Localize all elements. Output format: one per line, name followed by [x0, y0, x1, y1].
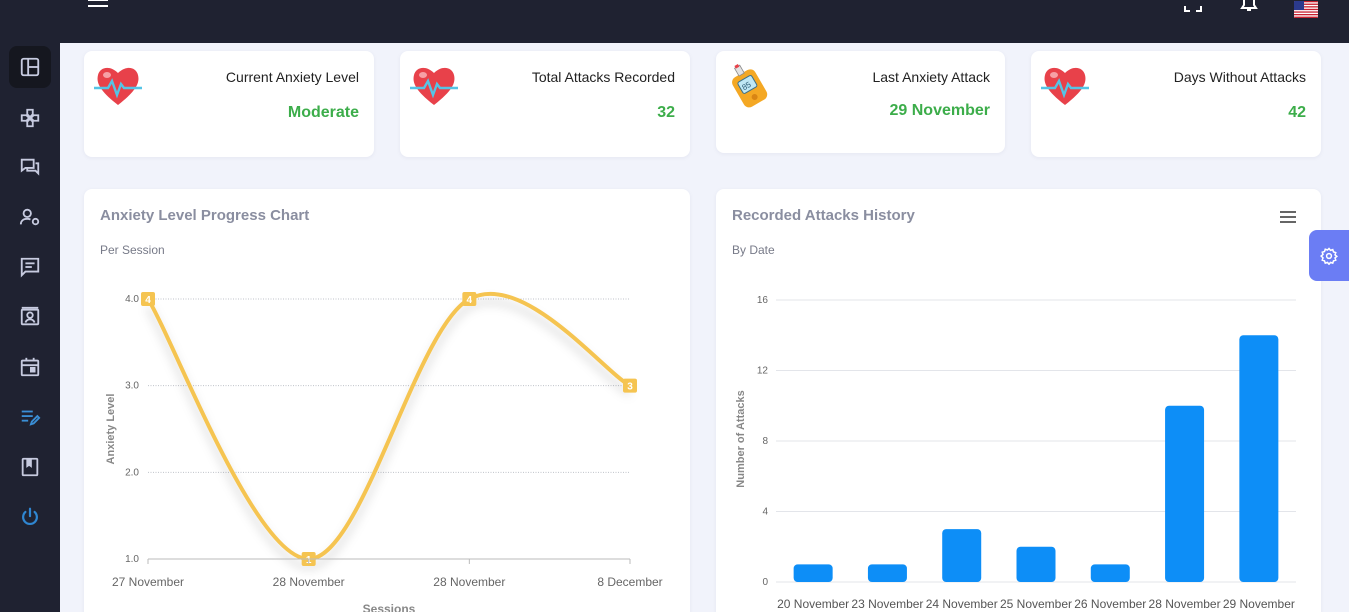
sidebar-item-dashboard[interactable] [9, 46, 51, 88]
data-label: 4 [145, 295, 151, 306]
sidebar-item-contacts[interactable] [9, 296, 51, 338]
x-tick-label: 29 November [1223, 597, 1295, 611]
series-line [146, 291, 632, 562]
bar [942, 529, 982, 582]
stat-label: Last Anxiety Attack [872, 69, 990, 85]
stat-label: Total Attacks Recorded [531, 69, 675, 85]
y-axis-title: Number of Attacks [735, 390, 747, 487]
stat-card-anxiety-level: Current Anxiety Level Moderate [84, 51, 374, 157]
menu-toggle-icon[interactable] [88, 0, 108, 13]
x-tick-label: 28 November [433, 575, 505, 589]
sidebar [0, 0, 60, 612]
edit-list-icon [21, 410, 41, 426]
stat-value: 32 [657, 104, 675, 121]
stat-card-last-attack: 85 Last Anxiety Attack 29 November [716, 51, 1005, 153]
sidebar-item-messages[interactable] [9, 246, 51, 288]
message-icon [20, 257, 40, 278]
stat-label: Current Anxiety Level [225, 69, 359, 85]
bar [1090, 564, 1130, 582]
power-icon [22, 507, 38, 526]
x-tick-label: 20 November [777, 597, 849, 611]
sidebar-item-logout[interactable] [9, 496, 51, 538]
bar [867, 564, 907, 582]
y-tick-label: 3.0 [125, 381, 139, 392]
fullscreen-icon[interactable] [1184, 0, 1202, 12]
stat-value: 29 November [889, 102, 991, 119]
stat-value: 42 [1288, 104, 1306, 121]
chat-bubbles-icon [20, 158, 40, 176]
calendar-icon [20, 357, 40, 377]
y-tick-label: 4.0 [125, 294, 139, 305]
x-tick-label: 27 November [112, 575, 184, 589]
x-tick-label: 24 November [926, 597, 998, 611]
y-tick-label: 12 [757, 366, 769, 377]
heart-pulse-icon [94, 67, 142, 105]
x-tick-label: 8 December [597, 575, 662, 589]
settings-button[interactable] [1309, 230, 1349, 281]
x-tick-label: 28 November [1149, 597, 1221, 611]
y-tick-label: 1.0 [125, 554, 139, 565]
y-tick-label: 8 [762, 436, 768, 447]
gamepad-icon [20, 108, 40, 128]
bell-icon[interactable] [1240, 0, 1258, 12]
y-tick-label: 2.0 [125, 467, 139, 478]
sidebar-item-calendar[interactable] [9, 346, 51, 388]
heart-pulse-icon [1041, 67, 1089, 105]
bar [1016, 546, 1056, 582]
heart-pulse-icon [410, 67, 458, 105]
anxiety-chart-card: Anxiety Level Progress Chart Per Session… [84, 189, 690, 612]
x-tick-label: 25 November [1000, 597, 1072, 611]
data-label: 3 [627, 382, 633, 393]
anxiety-line-chart: 1.02.03.04.0427 November128 November428 … [105, 291, 663, 612]
glucose-meter-icon: 85 [732, 63, 768, 108]
stat-card-total-attacks: Total Attacks Recorded 32 [400, 51, 690, 157]
sidebar-item-journal[interactable] [9, 446, 51, 488]
top-bar [60, 0, 1349, 43]
bar [1239, 335, 1279, 582]
book-icon [21, 457, 39, 477]
gear-icon [1320, 246, 1338, 265]
y-axis-title: Anxiety Level [105, 394, 117, 465]
sidebar-item-games[interactable] [9, 97, 51, 139]
dashboard-icon [20, 57, 40, 77]
sidebar-item-user-settings[interactable] [9, 196, 51, 238]
x-tick-label: 23 November [851, 597, 923, 611]
contact-card-icon [20, 306, 40, 326]
stat-label: Days Without Attacks [1173, 69, 1306, 85]
attacks-chart-card: Recorded Attacks History By Date 0 4 8 12 16… [716, 189, 1321, 612]
y-tick-label: 4 [762, 507, 768, 518]
stat-card-days-without: Days Without Attacks 42 [1031, 51, 1321, 157]
x-tick-label: 28 November [273, 575, 345, 589]
sidebar-item-chat[interactable] [9, 146, 51, 188]
x-tick-label: 26 November [1074, 597, 1146, 611]
attacks-bar-chart: 0 4 8 12 16 20 November 23 November 24 November… [735, 295, 1296, 611]
user-gear-icon [19, 208, 40, 226]
bar [1165, 405, 1205, 582]
sidebar-item-notes[interactable] [9, 396, 51, 438]
x-axis-title: Sessions [363, 602, 416, 612]
stat-value: Moderate [287, 104, 359, 121]
us-flag-icon[interactable] [1294, 1, 1318, 18]
bar [793, 564, 833, 582]
data-label: 4 [467, 295, 473, 306]
y-tick-label: 0 [762, 577, 768, 588]
y-tick-label: 16 [757, 295, 769, 306]
